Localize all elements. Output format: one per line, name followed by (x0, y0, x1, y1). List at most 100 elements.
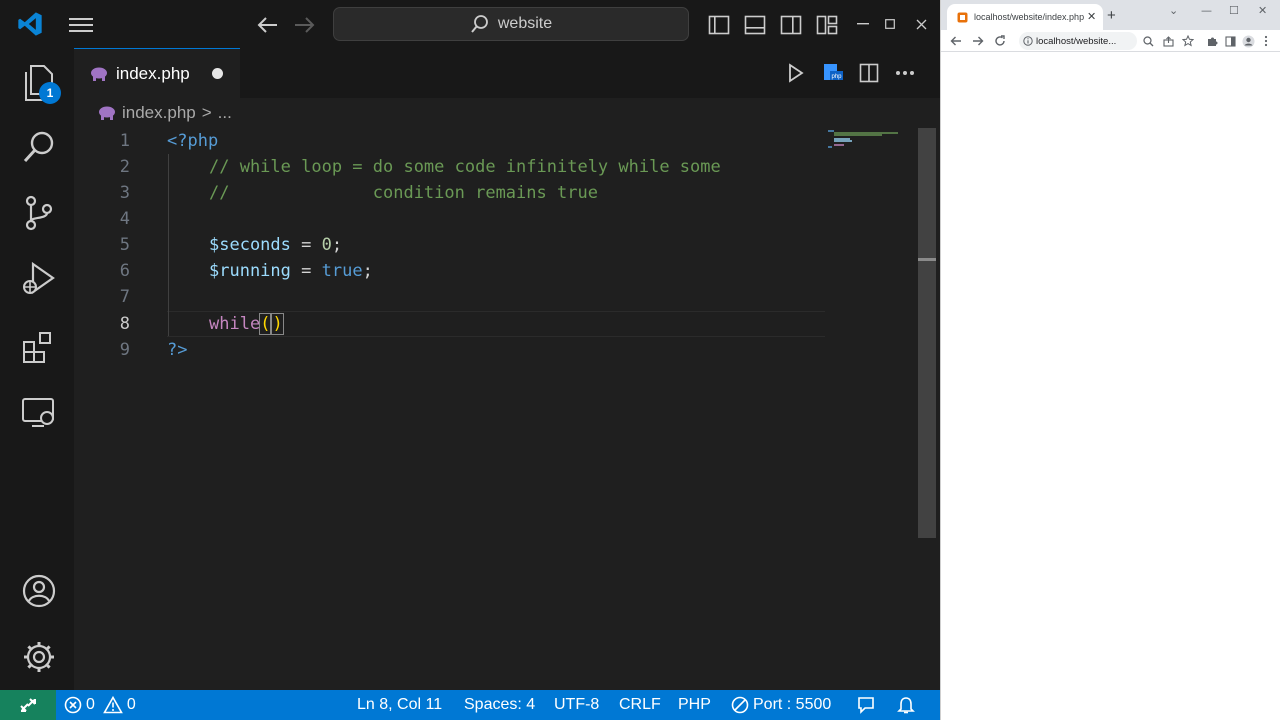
maximize-icon[interactable] (880, 12, 900, 36)
minimap[interactable] (826, 128, 916, 168)
customize-layout-icon[interactable] (814, 12, 840, 38)
source-control-icon[interactable] (18, 192, 60, 234)
cursor-position[interactable]: Ln 8, Col 11 (357, 690, 442, 720)
new-tab-icon[interactable]: + (1107, 7, 1116, 24)
semicolon: ; (331, 235, 343, 255)
unsaved-dot-icon[interactable] (212, 68, 223, 79)
address-url: localhost/website... (1036, 35, 1117, 47)
code-line-4: 4 (74, 206, 834, 232)
indentation[interactable]: Spaces: 4 (464, 690, 535, 720)
forward-arrow-icon[interactable] (290, 12, 318, 38)
warning-icon (103, 696, 123, 714)
encoding[interactable]: UTF-8 (554, 690, 599, 720)
comment: // condition remains true (209, 183, 598, 203)
browser-window: localhost/website/index.php ✕ + ⌄ — ☐ ✕ … (940, 0, 1280, 720)
live-server-port[interactable]: Port : 5500 (731, 690, 831, 720)
toggle-secondary-sidebar-icon[interactable] (778, 12, 804, 38)
info-icon (1023, 36, 1033, 46)
port-label: Port : 5500 (753, 696, 832, 713)
accounts-icon[interactable] (18, 570, 60, 612)
command-center-search[interactable]: website (333, 7, 689, 41)
problems-indicator[interactable]: 0 0 (64, 690, 136, 720)
back-arrow-icon[interactable] (254, 12, 282, 38)
variable: $running (209, 261, 291, 281)
profile-avatar-icon[interactable] (1239, 32, 1257, 50)
favicon-icon (957, 12, 968, 22)
remote-explorer-icon[interactable] (18, 392, 60, 434)
code-editor[interactable]: 1 <?php 2 // while loop = do some code i… (74, 128, 919, 690)
split-editor-icon[interactable] (856, 60, 882, 86)
php-elephant-icon (99, 106, 115, 120)
more-actions-icon[interactable] (892, 60, 918, 86)
php-close-tag: ?> (167, 340, 188, 360)
settings-gear-icon[interactable] (18, 636, 60, 678)
code-line-2: 2 // while loop = do some code infinitel… (74, 154, 834, 180)
svg-text:php: php (832, 74, 843, 80)
menu-icon[interactable] (66, 12, 96, 38)
search-view-icon[interactable] (18, 126, 60, 168)
explorer-badge: 1 (39, 82, 61, 104)
browser-tab[interactable]: localhost/website/index.php ✕ (947, 4, 1103, 30)
operator: = (290, 261, 322, 281)
reload-icon[interactable] (991, 32, 1009, 50)
zoom-icon[interactable] (1139, 32, 1157, 50)
tab-index-php[interactable]: index.php (74, 48, 240, 98)
breadcrumb-more[interactable]: ... (218, 103, 232, 123)
run-debug-icon[interactable] (18, 258, 60, 300)
code-line-6: 6 $running = true; (74, 258, 834, 284)
vertical-scrollbar[interactable] (918, 128, 936, 538)
php-server-icon[interactable]: php (820, 60, 846, 86)
toggle-primary-sidebar-icon[interactable] (706, 12, 732, 38)
back-arrow-icon[interactable] (947, 32, 965, 50)
activity-bar (0, 48, 74, 690)
operator: = (290, 235, 322, 255)
remote-indicator[interactable] (0, 690, 56, 720)
minimize-icon[interactable] (853, 12, 873, 36)
close-tab-icon[interactable]: ✕ (1087, 10, 1096, 23)
browser-toolbar: localhost/website... (941, 30, 1280, 52)
vscode-logo-icon (14, 10, 46, 38)
line-ending[interactable]: CRLF (619, 690, 661, 720)
extensions-puzzle-icon[interactable] (1203, 32, 1221, 50)
line-number: 6 (119, 261, 130, 281)
run-icon[interactable] (783, 60, 809, 86)
keyword: while (209, 314, 261, 334)
language-mode[interactable]: PHP (678, 690, 711, 720)
error-count: 0 (86, 696, 95, 713)
bookmark-star-icon[interactable] (1179, 32, 1197, 50)
address-bar[interactable]: localhost/website... (1019, 32, 1137, 50)
browser-page-content (941, 52, 1280, 720)
code-line-5: 5 $seconds = 0; (74, 232, 834, 258)
command-center-label: website (497, 15, 553, 32)
title-bar: website (0, 0, 940, 48)
line-number: 3 (119, 183, 130, 203)
line-number: 8 (119, 314, 130, 334)
chevron-down-icon[interactable]: ⌄ (1169, 4, 1178, 17)
code-line-9: 9 ?> (74, 337, 834, 363)
breadcrumb-file[interactable]: index.php (122, 103, 196, 123)
toggle-panel-icon[interactable] (742, 12, 768, 38)
extensions-icon[interactable] (18, 326, 60, 368)
php-elephant-icon (91, 67, 107, 81)
share-icon[interactable] (1159, 32, 1177, 50)
line-number: 1 (119, 131, 130, 151)
scrollbar-cursor-marker (918, 258, 936, 261)
code-line-7: 7 (74, 284, 834, 310)
side-panel-icon[interactable] (1221, 32, 1239, 50)
close-window-icon[interactable] (911, 12, 931, 36)
line-number: 9 (119, 340, 130, 360)
maximize-icon[interactable]: ☐ (1229, 4, 1239, 17)
browser-tab-strip: localhost/website/index.php ✕ + ⌄ — ☐ ✕ (941, 0, 1280, 30)
feedback-icon[interactable] (856, 690, 876, 720)
notifications-bell-icon[interactable] (896, 690, 916, 720)
minimize-icon[interactable]: — (1201, 4, 1212, 17)
close-paren: ) (271, 313, 284, 335)
no-entry-icon (731, 696, 749, 714)
editor-tab-bar: index.php php (74, 48, 940, 98)
code-line-8: 8 while() (74, 311, 834, 337)
close-window-icon[interactable]: ✕ (1258, 4, 1267, 17)
forward-arrow-icon[interactable] (969, 32, 987, 50)
browser-menu-icon[interactable] (1257, 32, 1275, 50)
line-number: 2 (119, 157, 130, 177)
breadcrumb: index.php > ... (98, 100, 232, 126)
